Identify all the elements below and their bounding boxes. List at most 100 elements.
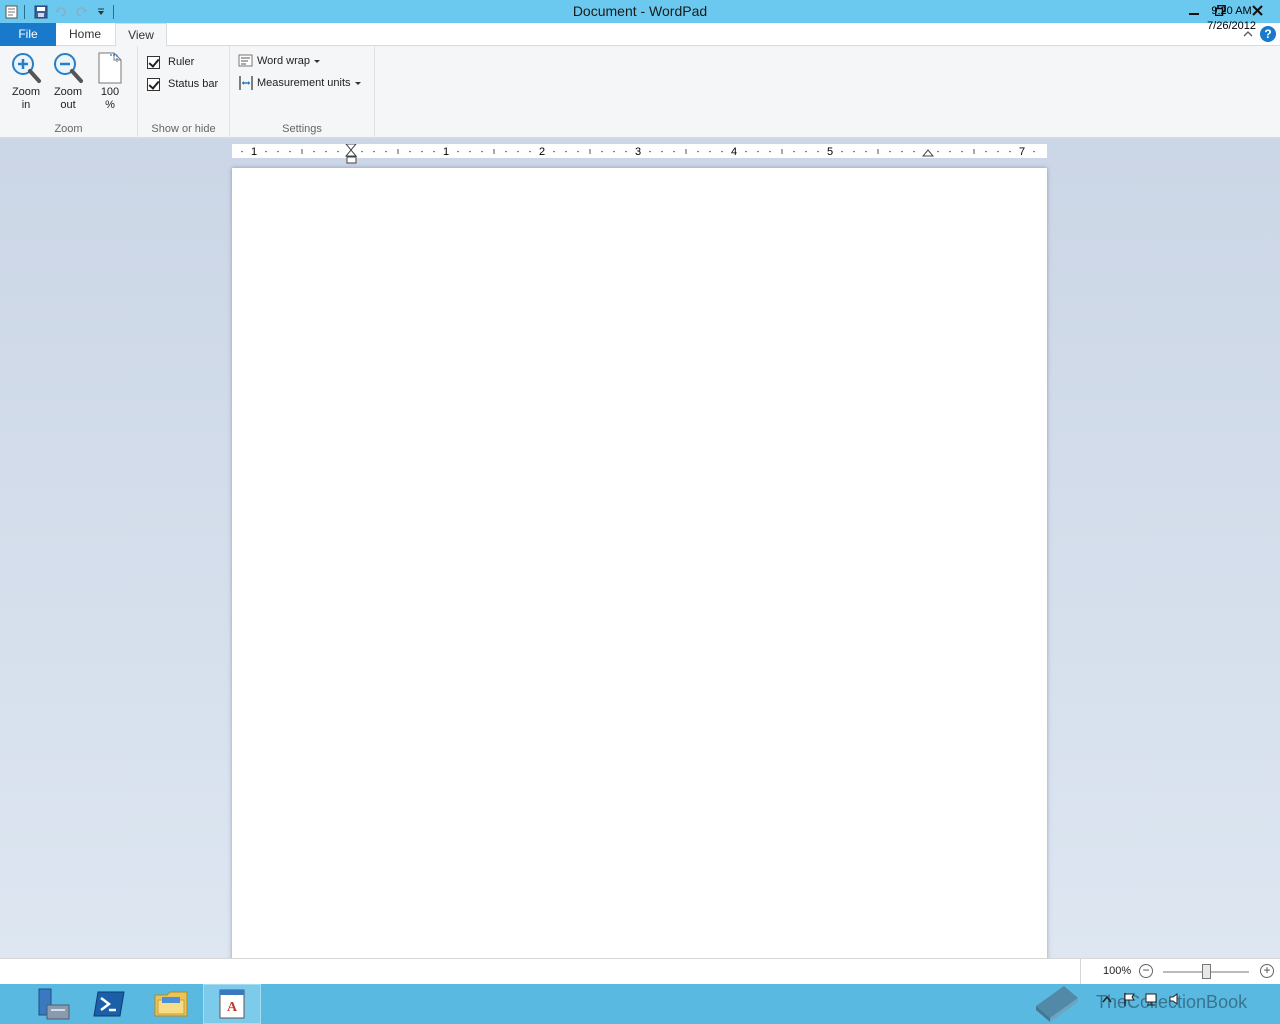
ruler-tick	[361, 150, 363, 153]
server-manager-icon	[38, 988, 70, 1020]
svg-text:A: A	[227, 1000, 238, 1015]
volume-icon[interactable]	[1168, 992, 1182, 1006]
network-icon[interactable]	[1144, 992, 1160, 1006]
tab-file[interactable]: File	[0, 23, 56, 46]
ruler-tick	[697, 150, 699, 153]
file-explorer-taskbar-button[interactable]	[142, 984, 200, 1024]
ruler-checkbox[interactable]: Ruler	[147, 54, 194, 70]
ruler-tick	[553, 150, 555, 153]
server-manager-taskbar-button[interactable]	[24, 984, 82, 1024]
ruler-number: 5	[827, 146, 833, 158]
system-clock[interactable]: 9:20 AM 7/26/2012	[1207, 4, 1256, 34]
ruler-number: 4	[731, 146, 737, 158]
ruler-tick	[949, 150, 951, 153]
ruler-tick	[901, 150, 903, 153]
system-tray-icons	[1100, 992, 1182, 1006]
folder-icon	[154, 991, 188, 1017]
page-100-icon	[98, 52, 122, 84]
zoom-100-button[interactable]: 100 %	[90, 50, 130, 112]
document-workspace: 1 1 2 3 4 5 7	[0, 139, 1280, 958]
ruler-tick	[469, 150, 471, 153]
ruler-tick	[793, 150, 795, 153]
show-hide-group: Ruler Status bar Show or hide	[138, 46, 230, 138]
ruler-tick	[673, 150, 675, 153]
show-hidden-icons-icon[interactable]	[1100, 992, 1114, 1006]
qat-separator	[113, 4, 114, 19]
ruler-tick	[289, 150, 291, 153]
ruler-tick	[805, 150, 807, 153]
zoom-100-label: 100 %	[100, 86, 120, 111]
zoom-in-status-button[interactable]: +	[1260, 964, 1274, 978]
minimize-button[interactable]	[1180, 0, 1207, 21]
ruler-tick	[745, 150, 747, 153]
help-icon[interactable]: ?	[1260, 26, 1276, 42]
title-bar: Document - WordPad	[0, 0, 1280, 23]
measurement-units-dropdown[interactable]: Measurement units	[238, 74, 361, 92]
left-indent-marker[interactable]	[344, 144, 358, 157]
ruler-tick	[817, 150, 819, 153]
powershell-taskbar-button[interactable]	[80, 984, 138, 1024]
ruler-number: 3	[635, 146, 641, 158]
ruler-tick	[853, 150, 855, 153]
clock-date: 7/26/2012	[1207, 20, 1256, 32]
word-wrap-dropdown[interactable]: Word wrap	[238, 52, 320, 70]
customize-qat-icon[interactable]	[93, 4, 109, 20]
redo-icon[interactable]	[73, 4, 89, 20]
ruler-tick	[961, 150, 963, 153]
ruler-tick	[565, 150, 567, 153]
clock-time: 9:20 AM	[1211, 5, 1252, 17]
ruler-tick	[661, 150, 663, 153]
ruler-checkbox-box[interactable]	[147, 55, 160, 69]
show-hide-group-label: Show or hide	[151, 123, 216, 135]
ribbon-tab-bar: File Home View ?	[0, 23, 1280, 47]
ruler-tick	[709, 150, 711, 153]
action-center-flag-icon[interactable]	[1122, 992, 1136, 1006]
ribbon: Zoom in Zoom out 100 % Zoom Ruler Status…	[0, 46, 1280, 138]
zoom-group: Zoom in Zoom out 100 % Zoom	[0, 46, 138, 138]
zoom-out-icon	[54, 53, 83, 83]
word-wrap-label: Word wrap	[257, 55, 310, 67]
zoom-level: 100%	[1103, 965, 1132, 977]
ruler-tick	[937, 150, 939, 153]
ruler-tick	[757, 150, 759, 153]
ruler-tick	[457, 150, 459, 153]
zoom-out-status-button[interactable]: −	[1139, 964, 1153, 978]
chevron-down-icon	[313, 59, 320, 63]
ruler-tick	[865, 150, 867, 153]
window-title: Document - WordPad	[572, 3, 708, 19]
zoom-slider-thumb[interactable]	[1202, 964, 1211, 979]
wordpad-app-icon[interactable]	[4, 4, 20, 20]
status-bar-checkbox-label: Status bar	[168, 78, 219, 90]
ruler-tick	[277, 150, 279, 153]
ruler-tick	[601, 150, 603, 153]
status-bar-checkbox-box[interactable]	[147, 77, 160, 91]
ruler-tick	[481, 150, 483, 153]
undo-icon[interactable]	[53, 4, 69, 20]
zoom-out-button[interactable]: Zoom out	[48, 50, 88, 112]
wordpad-icon: A	[219, 989, 245, 1019]
status-bar-checkbox[interactable]: Status bar	[147, 76, 218, 92]
ruler-tick	[769, 150, 771, 153]
chevron-down-icon	[354, 81, 361, 85]
ruler-tick	[517, 150, 519, 153]
ruler-number: 2	[539, 146, 545, 158]
ruler-numbers: 1 1 2 3 4 5 7	[251, 146, 1025, 158]
wordpad-taskbar-button[interactable]: A	[203, 984, 261, 1024]
ruler-tick	[373, 150, 375, 153]
document-page[interactable]	[232, 168, 1047, 958]
tab-home[interactable]: Home	[60, 23, 110, 46]
word-wrap-icon	[238, 54, 253, 67]
hanging-indent-marker[interactable]	[346, 156, 358, 164]
quick-access-toolbar	[0, 0, 118, 23]
zoom-in-icon	[12, 53, 41, 83]
ruler-tick	[985, 150, 987, 153]
zoom-in-button[interactable]: Zoom in	[6, 50, 46, 112]
ruler-tick	[313, 150, 315, 153]
right-indent-marker[interactable]	[921, 149, 935, 157]
ruler-checkbox-label: Ruler	[168, 56, 195, 68]
ruler-tick	[841, 150, 843, 153]
ruler-tick	[421, 150, 423, 153]
tab-view[interactable]: View	[115, 23, 167, 47]
save-icon[interactable]	[33, 4, 49, 20]
ruler-tick	[529, 150, 531, 153]
